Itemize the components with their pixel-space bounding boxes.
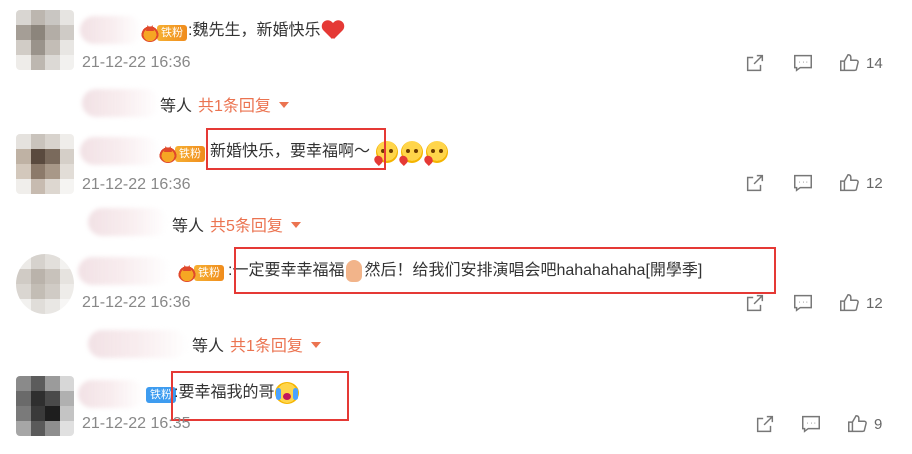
badge-label: 铁粉 (194, 265, 224, 281)
reply-users: 等人 (172, 218, 205, 235)
comment-actions: 9 (752, 411, 882, 437)
username-blurred[interactable] (80, 16, 142, 44)
avatar[interactable] (16, 376, 74, 436)
reply-summary[interactable]: 等人 共1条回复 (192, 332, 321, 356)
blush-emoji-icon (401, 141, 424, 163)
username-blurred[interactable] (78, 380, 144, 408)
comment-body: :魏先生，新婚快乐 (188, 22, 321, 39)
crown-icon (159, 145, 177, 163)
comment-icon[interactable] (798, 411, 824, 437)
fan-badge: 铁粉 (159, 144, 205, 164)
caret-down-icon[interactable] (310, 342, 321, 348)
comment-icon[interactable] (790, 170, 816, 196)
comment-actions: 12 (742, 170, 883, 196)
fan-badge: 铁粉 (141, 23, 187, 43)
reply-summary[interactable]: 等人 共5条回复 (172, 212, 301, 236)
comment-time: 21-12-22 16:36 (82, 54, 191, 71)
heart-emoji-icon (322, 21, 344, 41)
avatar[interactable] (16, 254, 74, 314)
comment-time: 21-12-22 16:35 (82, 415, 191, 432)
thumbs-up-icon[interactable] (836, 290, 862, 316)
comment-item: 铁粉 :一定要幸幸福福 然后！给我们安排演唱会吧hahahahaha[開學季] … (0, 240, 912, 366)
reply-users: 等人 (192, 338, 225, 355)
comment-item: 铁粉 新婚快乐，要幸福啊～ 21-12-22 16:36 12 等人 共5条回复 (0, 120, 912, 240)
reply-user-blurred (82, 89, 160, 117)
crown-icon (178, 264, 196, 282)
blush-emoji-icon (426, 141, 449, 163)
like-count: 14 (866, 54, 883, 72)
highlight-box (206, 128, 386, 170)
view-replies-link[interactable]: 共1条回复 (198, 92, 271, 116)
reply-summary[interactable]: 等人 共1条回复 (160, 92, 289, 116)
thumbs-up-icon[interactable] (836, 50, 862, 76)
comment-text: :魏先生，新婚快乐 (188, 20, 344, 42)
badge-label: 铁粉 (175, 146, 205, 162)
crown-icon (141, 24, 159, 42)
view-replies-link[interactable]: 共1条回复 (230, 332, 303, 356)
highlight-box (171, 371, 349, 421)
thumbs-up-icon[interactable] (844, 411, 870, 437)
share-icon[interactable] (752, 411, 778, 437)
view-replies-link[interactable]: 共5条回复 (210, 212, 283, 236)
thumbs-up-icon[interactable] (836, 170, 862, 196)
comment-actions: 14 (742, 50, 883, 76)
avatar[interactable] (16, 134, 74, 194)
username-blurred[interactable] (78, 257, 170, 285)
like-count: 9 (874, 415, 883, 433)
comment-icon[interactable] (790, 50, 816, 76)
comment-time: 21-12-22 16:36 (82, 294, 191, 311)
like-count: 12 (866, 294, 883, 312)
reply-users: 等人 (160, 98, 193, 115)
like-count: 12 (866, 174, 883, 192)
caret-down-icon[interactable] (278, 102, 289, 108)
share-icon[interactable] (742, 170, 768, 196)
comment-item: 铁粉 :要幸福我的哥 21-12-22 16:35 9 (0, 366, 912, 454)
username-blurred[interactable] (80, 137, 160, 165)
caret-down-icon[interactable] (290, 222, 301, 228)
share-icon[interactable] (742, 290, 768, 316)
share-icon[interactable] (742, 50, 768, 76)
fan-badge: 铁粉 (178, 263, 224, 283)
reply-user-blurred (88, 330, 188, 358)
comment-icon[interactable] (790, 290, 816, 316)
comment-time: 21-12-22 16:36 (82, 176, 191, 193)
highlight-box (234, 247, 776, 294)
comment-item: 铁粉 :魏先生，新婚快乐 21-12-22 16:36 14 等人 共1条回复 (0, 0, 912, 120)
avatar[interactable] (16, 10, 74, 70)
reply-user-blurred (88, 208, 168, 236)
comment-actions: 12 (742, 290, 883, 316)
badge-label: 铁粉 (157, 25, 187, 41)
